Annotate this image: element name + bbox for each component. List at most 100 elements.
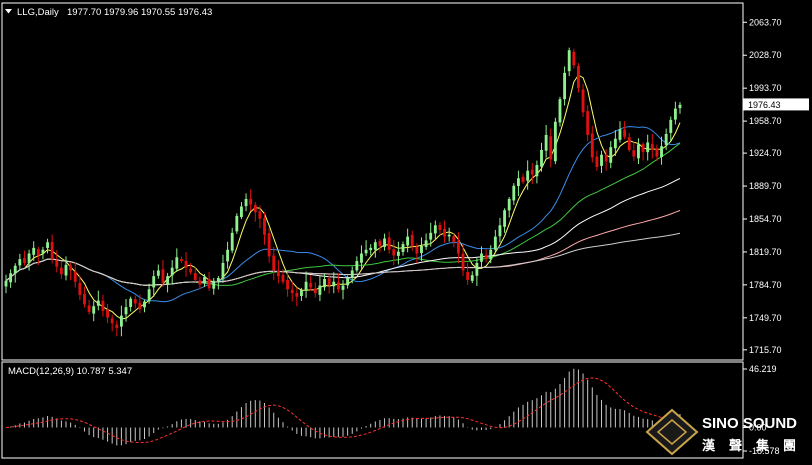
ma20-line (5, 126, 681, 303)
candle-body (309, 283, 313, 288)
candle-body (498, 225, 502, 237)
candle-body (318, 285, 322, 295)
candle-body (512, 185, 516, 201)
candle-body (503, 210, 507, 227)
candle-body (470, 275, 474, 281)
candle-body (221, 262, 225, 279)
candle-body (300, 290, 303, 296)
candle-body (69, 265, 73, 271)
price-tick-label: 1784.70 (749, 280, 782, 290)
macd-label: MACD(12,26,9) 10.787 5.347 (8, 366, 132, 377)
candle-body (387, 237, 391, 250)
current-price-label: 1976.43 (743, 98, 809, 111)
candle-body (641, 144, 645, 152)
candle-body (332, 281, 336, 287)
candle-body (558, 99, 562, 123)
candlestick-series (4, 47, 682, 337)
candle-body (364, 249, 368, 254)
candle-body (461, 253, 465, 271)
candle-body (627, 137, 631, 150)
candle-body (447, 234, 451, 237)
candle-body (415, 246, 419, 254)
candle-body (410, 234, 414, 246)
candle-body (553, 121, 557, 162)
trading-chart[interactable]: LLG,Daily 1977.70 1979.96 1970.55 1976.4… (0, 0, 812, 460)
candle-body (87, 305, 91, 312)
ma40-line (5, 142, 681, 286)
chart-svg: LLG,Daily 1977.70 1979.96 1970.55 1976.4… (1, 2, 809, 459)
candle-body (138, 302, 142, 310)
candle-body (106, 309, 109, 318)
candle-body (244, 198, 248, 207)
candle-body (175, 257, 179, 269)
candle-body (406, 236, 410, 246)
candle-body (484, 255, 488, 260)
dropdown-triangle-icon[interactable] (5, 9, 12, 14)
macd-histogram (10, 368, 681, 446)
brand-chinese-4: 團 (783, 438, 796, 453)
price-tick-label: 2028.70 (749, 50, 782, 60)
brand-chinese-1: 漢 (702, 438, 716, 453)
candle-body (632, 150, 636, 157)
candle-body (295, 293, 299, 297)
candle-body (438, 225, 442, 230)
candle-body (133, 299, 137, 304)
candle-body (563, 72, 567, 100)
candle-body (143, 301, 146, 308)
candle-body (193, 273, 197, 280)
ma60-line (5, 177, 681, 286)
brand-name: SINO SOUND (702, 415, 797, 432)
candle-body (235, 215, 239, 232)
candle-body (383, 238, 386, 247)
candle-body (360, 253, 363, 263)
candle-body (263, 218, 266, 235)
candle-body (336, 282, 340, 290)
candle-body (613, 138, 617, 149)
candle-body (493, 236, 497, 250)
candle-body (50, 242, 54, 260)
candle-body (207, 278, 211, 289)
candle-body (369, 247, 373, 251)
candle-body (623, 129, 627, 137)
candle-body (544, 134, 548, 151)
candle-body (341, 285, 345, 290)
candle-body (456, 240, 460, 254)
candle-body (604, 154, 608, 162)
candle-body (124, 307, 128, 315)
chart-symbol-period: LLG,Daily (17, 7, 59, 18)
candle-body (198, 280, 202, 285)
price-tick-label: 2063.70 (749, 17, 782, 27)
logo-diamond-icon (645, 408, 699, 456)
candle-body (507, 198, 511, 211)
candle-body (424, 240, 428, 247)
candle-body (36, 249, 40, 256)
candle-body (290, 289, 294, 294)
candle-body (267, 233, 271, 257)
candle-body (323, 278, 326, 288)
candle-body (179, 259, 183, 262)
candle-body (101, 300, 105, 311)
candle-body (83, 293, 86, 305)
candle-body (535, 165, 539, 177)
brand-chinese-2: 聲 (729, 438, 742, 453)
candle-body (161, 269, 165, 283)
price-tick-label: 1958.70 (749, 116, 782, 126)
candle-body (78, 282, 82, 295)
candle-body (189, 268, 193, 273)
candle-body (166, 276, 170, 285)
candle-body (590, 133, 594, 158)
candle-body (480, 253, 483, 262)
price-tick-label: 1993.70 (749, 83, 782, 93)
candle-body (420, 246, 423, 254)
candle-body (147, 289, 151, 302)
candle-body (23, 258, 26, 263)
candle-body (240, 206, 243, 218)
candle-body (396, 251, 400, 256)
price-axis: 2063.70 2028.70 1993.70 1958.70 1924.70 1889.… (743, 17, 782, 355)
candle-body (9, 273, 13, 283)
candle-body (609, 147, 613, 163)
candle-body (18, 259, 22, 266)
candle-body (96, 300, 100, 306)
candle-body (46, 242, 49, 249)
brand-chinese-3: 集 (755, 438, 770, 453)
